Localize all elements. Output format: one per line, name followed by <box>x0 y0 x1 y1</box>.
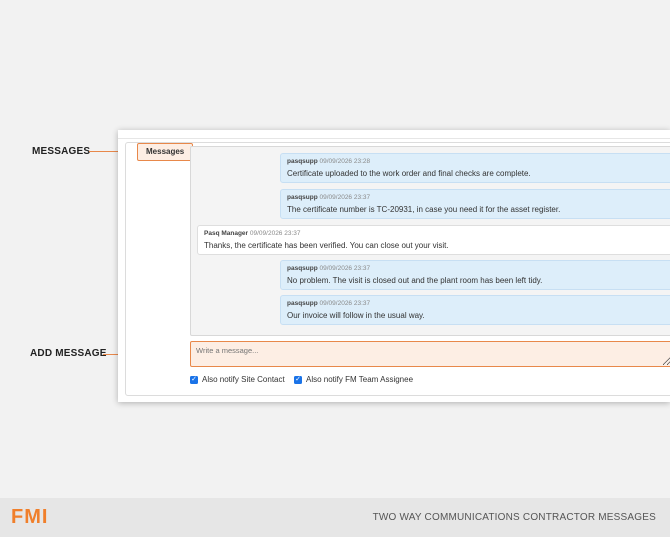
message-timestamp: 09/09/2026 23:37 <box>249 230 301 237</box>
message-author: pasqsupp <box>287 265 318 272</box>
notify-site-contact[interactable]: ✓ Also notify Site Contact <box>190 375 285 384</box>
message-timestamp: 09/09/2026 23:37 <box>319 300 371 307</box>
message-author: Pasq Manager <box>204 230 249 237</box>
messages-legend: Messages <box>137 143 194 161</box>
message-timestamp: 09/09/2026 23:37 <box>319 265 371 272</box>
message-input[interactable] <box>190 341 670 367</box>
message-meta: Pasq Manager 09/09/2026 23:37 <box>204 229 670 239</box>
notify-fm-team-checkbox[interactable]: ✓ <box>294 375 302 384</box>
message-author: pasqsupp <box>287 158 318 165</box>
message-item: pasqsupp 09/09/2026 23:37 No problem. Th… <box>280 260 670 290</box>
divider <box>118 138 670 139</box>
footer-bar: FMI TWO WAY COMMUNICATIONS CONTRACTOR ME… <box>0 498 670 537</box>
message-item: pasqsupp 09/09/2026 23:37 The certificat… <box>280 189 670 219</box>
message-item: pasqsupp 09/09/2026 23:28 Certificate up… <box>280 153 670 183</box>
notify-fm-team[interactable]: ✓ Also notify FM Team Assignee <box>294 375 413 384</box>
message-meta: pasqsupp 09/09/2026 23:28 <box>287 157 670 167</box>
message-timestamp: 09/09/2026 23:37 <box>319 194 371 201</box>
footer-title: TWO WAY COMMUNICATIONS CONTRACTOR MESSAG… <box>372 512 656 523</box>
message-author: pasqsupp <box>287 300 318 307</box>
message-text: Thanks, the certificate has been verifie… <box>204 241 449 250</box>
message-text: Our invoice will follow in the usual way… <box>287 311 425 320</box>
message-text: Certificate uploaded to the work order a… <box>287 169 531 178</box>
message-thread[interactable]: pasqsupp 09/09/2026 23:28 Certificate up… <box>190 146 670 336</box>
message-meta: pasqsupp 09/09/2026 23:37 <box>287 299 670 309</box>
tutorial-canvas: MESSAGES ADD MESSAGE Messages pasqsupp 0… <box>0 0 670 498</box>
message-meta: pasqsupp 09/09/2026 23:37 <box>287 193 670 203</box>
notify-fm-team-label: Also notify FM Team Assignee <box>306 375 414 384</box>
message-text: The certificate number is TC-20931, in c… <box>287 205 561 214</box>
message-item: pasqsupp 09/09/2026 23:37 Our invoice wi… <box>280 295 670 325</box>
message-meta: pasqsupp 09/09/2026 23:37 <box>287 264 670 274</box>
message-item: Pasq Manager 09/09/2026 23:37 Thanks, th… <box>197 225 670 255</box>
notify-site-contact-checkbox[interactable]: ✓ <box>190 375 198 384</box>
messages-callout-label: MESSAGES <box>32 146 91 157</box>
message-timestamp: 09/09/2026 23:28 <box>319 158 371 165</box>
message-author: pasqsupp <box>287 194 318 201</box>
messages-screenshot: Messages pasqsupp 09/09/2026 23:28 Certi… <box>118 130 670 402</box>
fmi-logo: FMI <box>11 506 49 528</box>
notify-site-contact-label: Also notify Site Contact <box>202 375 285 384</box>
message-text: No problem. The visit is closed out and … <box>287 276 543 285</box>
add-message-callout-label: ADD MESSAGE <box>30 348 107 359</box>
